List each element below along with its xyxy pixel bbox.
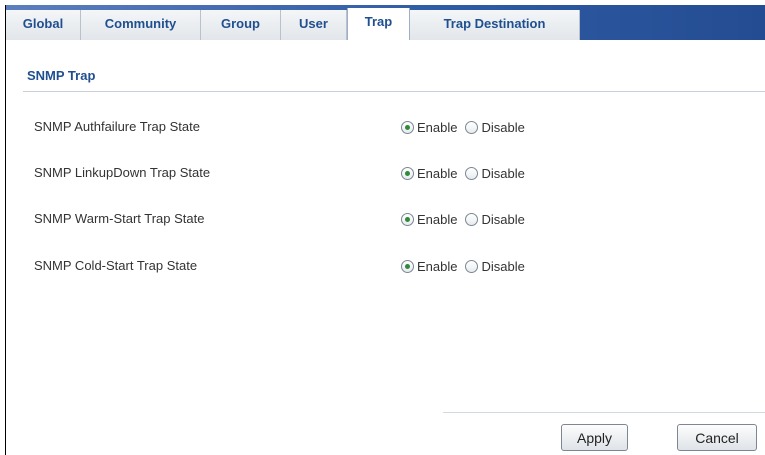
- enable-label[interactable]: Enable: [417, 259, 457, 274]
- enable-radio[interactable]: [401, 259, 414, 273]
- section-divider: [23, 91, 765, 92]
- tab-label: User: [299, 16, 328, 31]
- content-panel: SNMP Trap SNMP Authfailure Trap State En…: [6, 40, 765, 455]
- disable-label[interactable]: Disable: [481, 120, 524, 135]
- tab-bar: Global Community Group User Trap Trap De…: [6, 5, 765, 41]
- enable-label[interactable]: Enable: [417, 212, 457, 227]
- enable-disable-radio-group: Enable Disable: [401, 161, 533, 185]
- trap-row-cold-start: SNMP Cold-Start Trap State Enable Disabl…: [6, 254, 765, 278]
- tab-global[interactable]: Global: [6, 10, 81, 40]
- trap-row-authfailure: SNMP Authfailure Trap State Enable Disab…: [6, 115, 765, 139]
- enable-radio[interactable]: [401, 120, 414, 134]
- button-bar-divider: [443, 412, 765, 413]
- tab-trap-destination[interactable]: Trap Destination: [410, 10, 580, 40]
- enable-disable-radio-group: Enable Disable: [401, 254, 533, 278]
- disable-radio[interactable]: [465, 212, 479, 226]
- disable-label[interactable]: Disable: [481, 212, 524, 227]
- enable-radio[interactable]: [401, 166, 414, 180]
- tab-label: Global: [22, 16, 64, 31]
- row-label: SNMP Warm-Start Trap State: [34, 211, 205, 226]
- tab-trap[interactable]: Trap: [347, 8, 410, 41]
- tab-community[interactable]: Community: [81, 10, 201, 40]
- apply-button[interactable]: Apply: [561, 424, 628, 451]
- enable-label[interactable]: Enable: [417, 120, 457, 135]
- row-label: SNMP Cold-Start Trap State: [34, 258, 198, 273]
- enable-disable-radio-group: Enable Disable: [401, 207, 533, 231]
- disable-radio[interactable]: [465, 166, 479, 180]
- row-label: SNMP LinkupDown Trap State: [34, 165, 211, 180]
- section-title: SNMP Trap: [27, 68, 96, 83]
- trap-row-warm-start: SNMP Warm-Start Trap State Enable Disabl…: [6, 207, 765, 231]
- tab-label: Trap: [364, 14, 393, 29]
- tab-label: Community: [104, 16, 177, 31]
- disable-radio[interactable]: [465, 120, 479, 134]
- tab-group[interactable]: Group: [201, 10, 281, 40]
- tab-user[interactable]: User: [281, 10, 347, 40]
- disable-label[interactable]: Disable: [481, 259, 524, 274]
- tab-label: Trap Destination: [443, 16, 546, 31]
- trap-row-linkupdown: SNMP LinkupDown Trap State Enable Disabl…: [6, 161, 765, 185]
- tab-label: Group: [221, 16, 260, 31]
- enable-disable-radio-group: Enable Disable: [401, 115, 533, 139]
- cancel-button[interactable]: Cancel: [677, 424, 757, 451]
- enable-radio[interactable]: [401, 212, 414, 226]
- enable-label[interactable]: Enable: [417, 166, 457, 181]
- disable-radio[interactable]: [465, 259, 479, 273]
- disable-label[interactable]: Disable: [481, 166, 524, 181]
- row-label: SNMP Authfailure Trap State: [34, 119, 200, 134]
